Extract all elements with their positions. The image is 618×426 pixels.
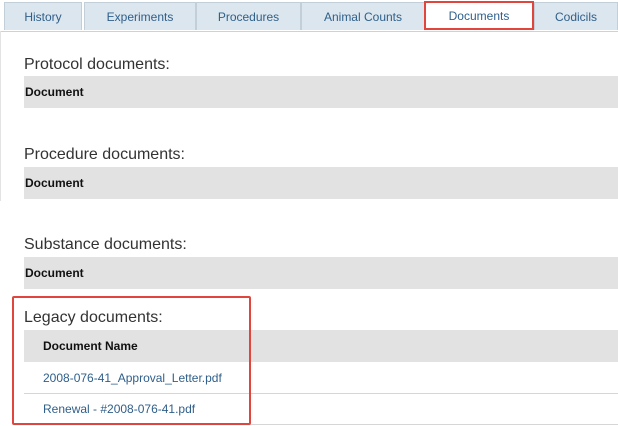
protocol-documents-header: Document	[24, 76, 618, 108]
procedure-document-column: Document	[25, 176, 84, 190]
substance-documents-header: Document	[24, 257, 618, 289]
legacy-document-row: 2008-076-41_Approval_Letter.pdf	[24, 363, 618, 394]
legacy-documents-title: Legacy documents:	[24, 309, 163, 326]
procedure-documents-header: Document	[24, 167, 618, 199]
legacy-document-row: Renewal - #2008-076-41.pdf	[24, 394, 618, 425]
tab-history[interactable]: History	[4, 2, 82, 30]
tab-bar: History Experiments Procedures Animal Co…	[0, 0, 618, 32]
content-left-border	[0, 31, 1, 201]
tab-codicils[interactable]: Codicils	[534, 2, 618, 30]
tab-animal-counts[interactable]: Animal Counts	[301, 2, 425, 30]
tab-procedures[interactable]: Procedures	[196, 2, 301, 30]
substance-documents-title: Substance documents:	[24, 236, 187, 253]
legacy-document-link[interactable]: Renewal - #2008-076-41.pdf	[43, 402, 195, 416]
legacy-document-name-column: Document Name	[43, 339, 138, 353]
protocol-documents-title: Protocol documents:	[24, 56, 170, 73]
protocol-document-column: Document	[25, 85, 84, 99]
tab-experiments[interactable]: Experiments	[84, 2, 196, 30]
legacy-document-link[interactable]: 2008-076-41_Approval_Letter.pdf	[43, 371, 222, 385]
substance-document-column: Document	[25, 266, 84, 280]
legacy-documents-header: Document Name	[24, 330, 618, 362]
procedure-documents-title: Procedure documents:	[24, 146, 185, 163]
tab-documents[interactable]: Documents	[424, 1, 534, 30]
